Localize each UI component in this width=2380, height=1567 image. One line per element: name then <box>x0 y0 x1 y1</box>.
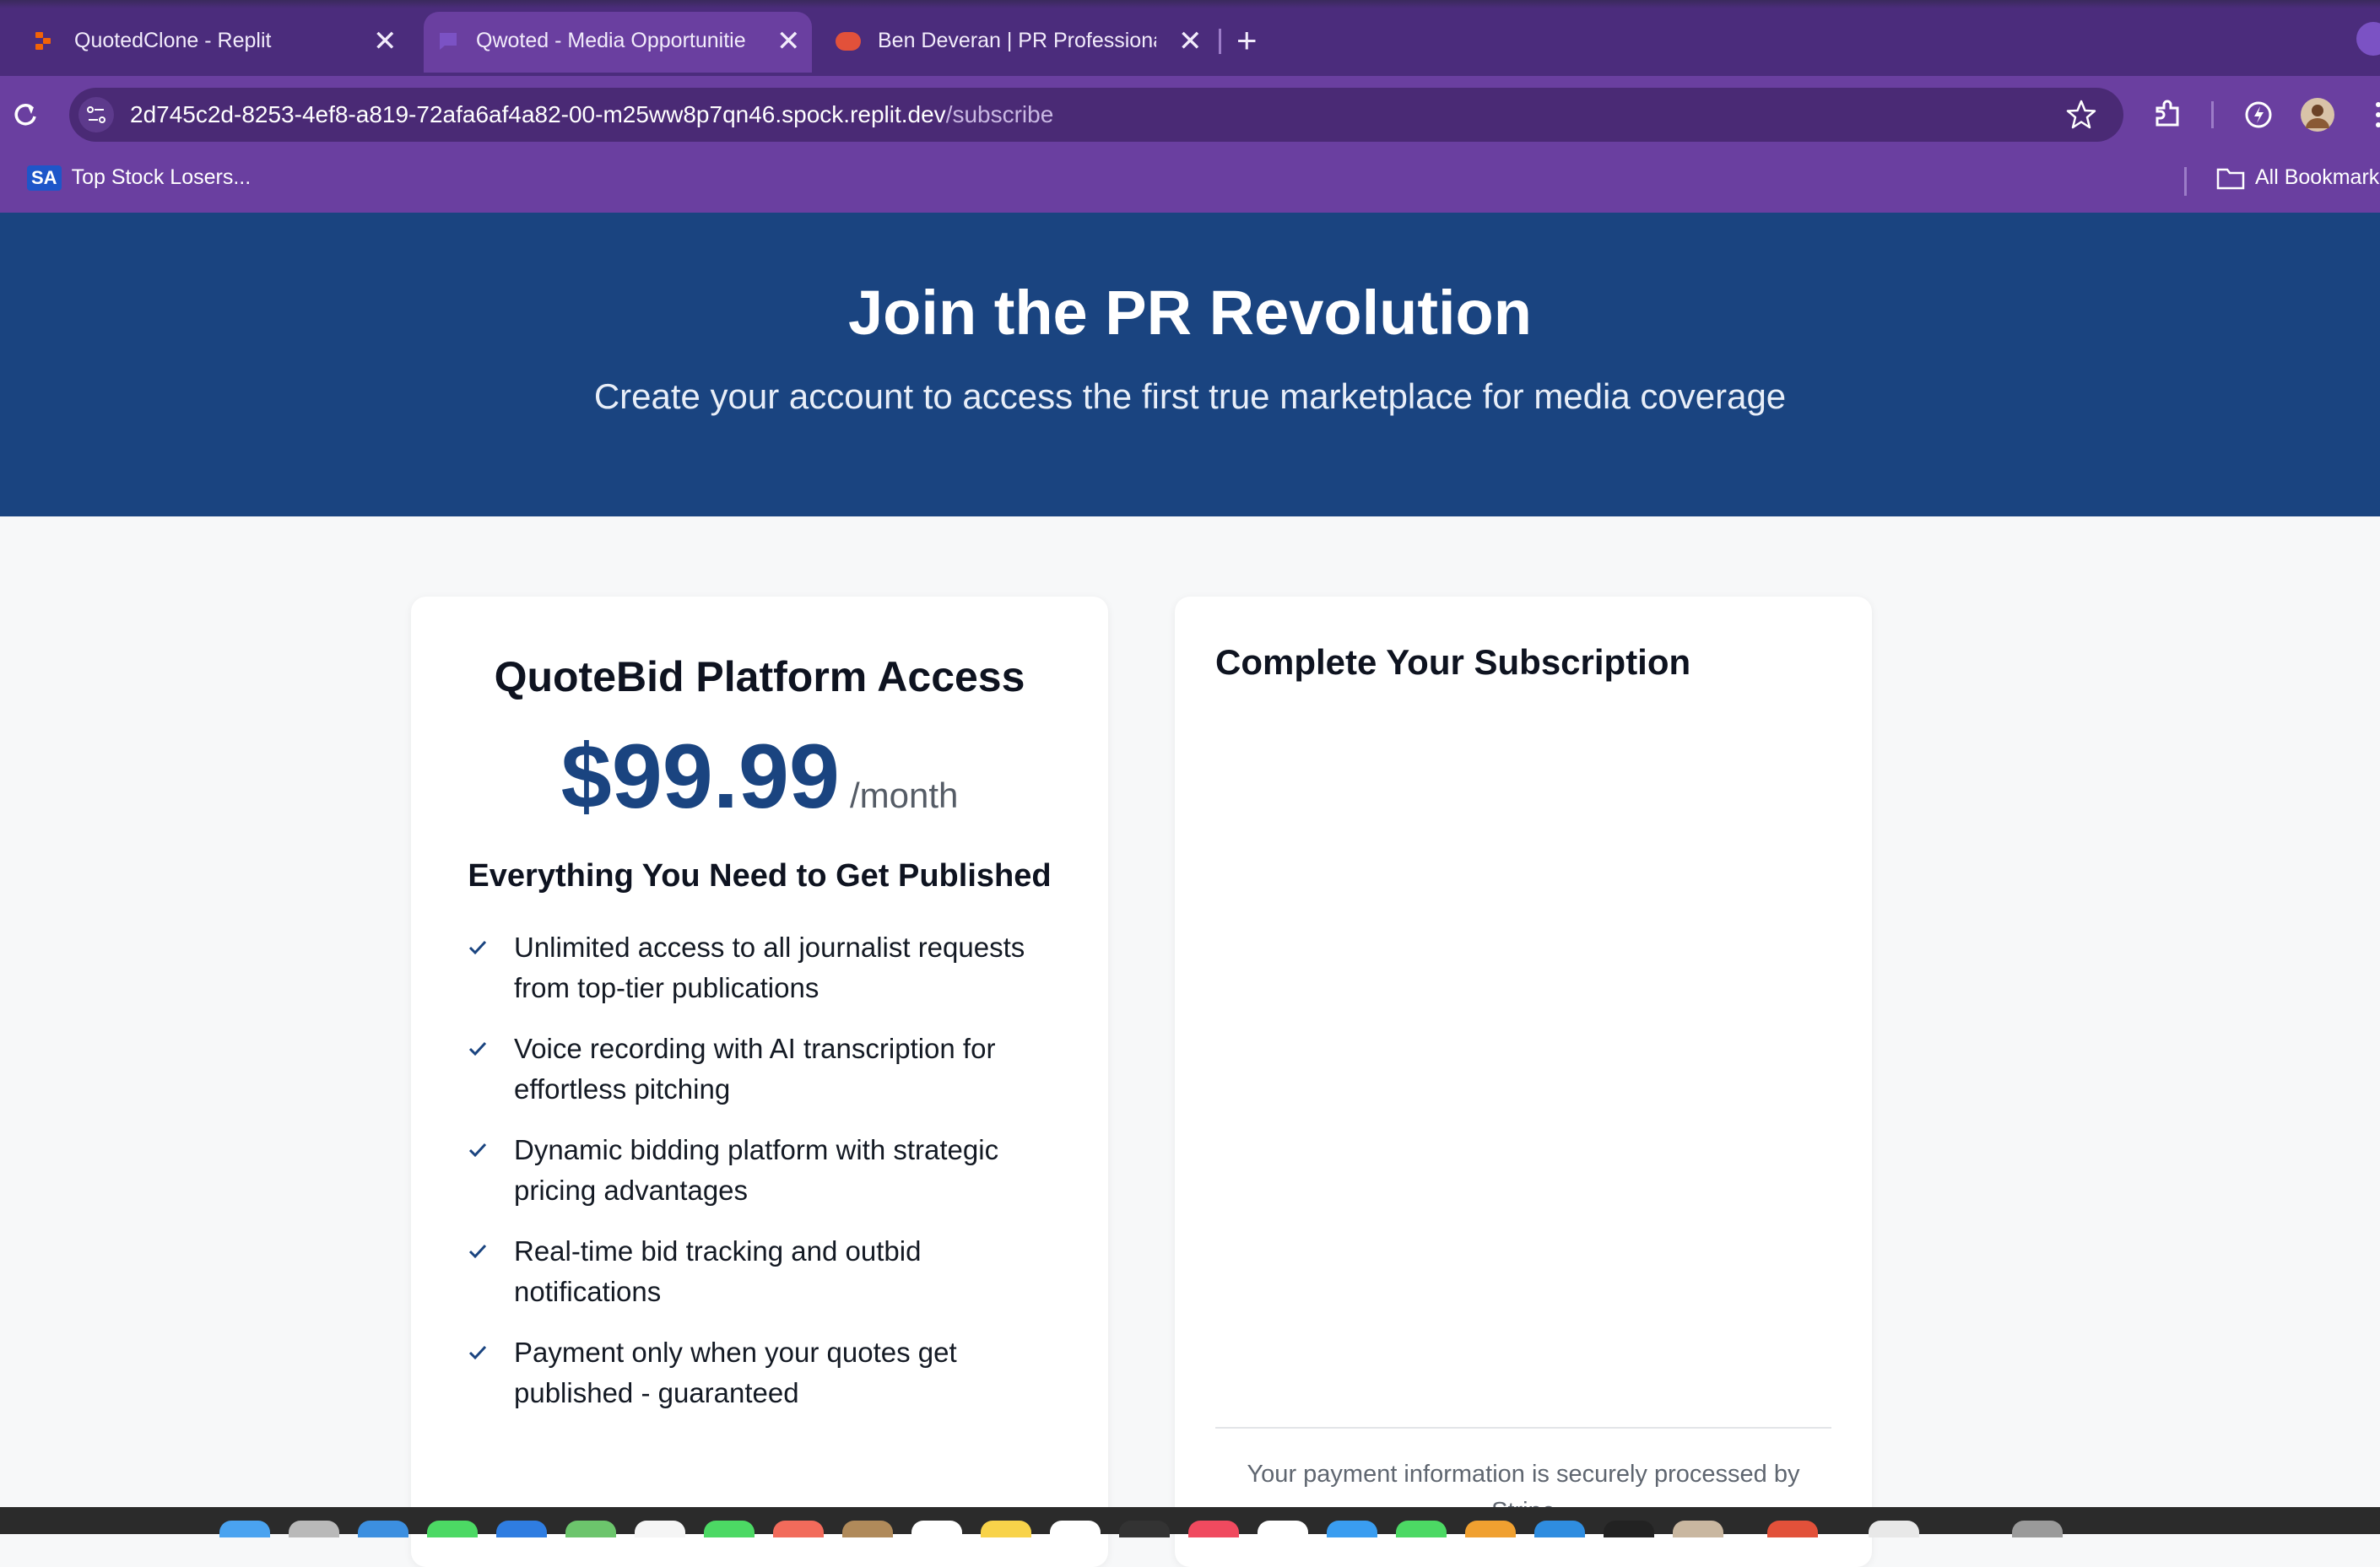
feature-item: Payment only when your quotes get publis… <box>465 1332 1056 1413</box>
bookmark-top-stock-losers[interactable]: SA Top Stock Losers... <box>27 165 251 191</box>
launchpad-icon[interactable] <box>289 1521 339 1537</box>
profile-icon <box>836 32 861 51</box>
macos-dock <box>0 1507 2380 1537</box>
preview-icon[interactable] <box>1673 1521 1723 1537</box>
chat-icon <box>440 33 457 50</box>
subscription-title: Complete Your Subscription <box>1215 642 1691 682</box>
feature-text: Payment only when your quotes get publis… <box>514 1337 957 1408</box>
url-path: /subscribe <box>945 101 1054 127</box>
photos-icon[interactable] <box>635 1521 685 1537</box>
xcode-icon[interactable] <box>1534 1521 1585 1537</box>
bookmarks-divider <box>2184 167 2187 196</box>
url-text[interactable]: 2d745c2d-8253-4ef8-a819-72afa6af4a82-00-… <box>130 101 1053 128</box>
brave-icon[interactable] <box>1767 1521 1818 1537</box>
news-icon[interactable] <box>1258 1521 1308 1537</box>
trash-icon[interactable] <box>2012 1521 2063 1537</box>
pages-icon[interactable] <box>1465 1521 1516 1537</box>
price-display: $99.99/month <box>411 723 1108 829</box>
feature-text: Unlimited access to all journalist reque… <box>514 932 1025 1003</box>
safari-icon[interactable] <box>358 1521 408 1537</box>
tab-label: Ben Deveran | PR Professiona <box>878 29 1156 52</box>
tab-label: QuotedClone - Replit <box>74 29 272 52</box>
page-title: Join the PR Revolution <box>848 278 1532 348</box>
seeking-alpha-icon: SA <box>27 165 62 191</box>
avatar[interactable] <box>2299 96 2336 133</box>
reload-icon[interactable] <box>7 96 44 133</box>
feature-text: Dynamic bidding platform with strategic … <box>514 1134 999 1206</box>
feature-item: Real-time bid tracking and outbid notifi… <box>465 1231 1056 1312</box>
tab-quotedclone[interactable]: QuotedClone - Replit ✕ <box>0 12 414 73</box>
tab-search-icon[interactable] <box>2355 20 2380 57</box>
freeform-icon[interactable] <box>1050 1521 1101 1537</box>
menu-icon[interactable] <box>2360 96 2380 133</box>
url-host: 2d745c2d-8253-4ef8-a819-72afa6af4a82-00-… <box>130 101 946 127</box>
address-bar[interactable]: 2d745c2d-8253-4ef8-a819-72afa6af4a82-00-… <box>69 88 2123 142</box>
site-settings-icon[interactable] <box>78 96 115 133</box>
downloads-icon[interactable] <box>1869 1521 1919 1537</box>
plan-card: QuoteBid Platform Access $99.99/month Ev… <box>411 597 1108 1567</box>
feature-item: Unlimited access to all journalist reque… <box>465 927 1056 1008</box>
hero-subtitle: Create your account to access the first … <box>593 376 1787 416</box>
bookmarks-bar: SA Top Stock Losers... All Bookmark <box>0 154 2380 214</box>
maps-icon[interactable] <box>565 1521 616 1537</box>
divider <box>1215 1427 1831 1429</box>
all-bookmarks-label: All Bookmark <box>2255 165 2380 189</box>
close-icon[interactable]: ✕ <box>373 24 398 59</box>
subscription-card: Complete Your Subscription Your payment … <box>1175 597 1872 1567</box>
finder-icon[interactable] <box>219 1521 270 1537</box>
hero-banner: Join the PR Revolution Create your accou… <box>0 213 2380 516</box>
music-icon[interactable] <box>1188 1521 1239 1537</box>
reminders-icon[interactable] <box>911 1521 962 1537</box>
feature-item: Dynamic bidding platform with strategic … <box>465 1130 1056 1211</box>
performance-icon[interactable] <box>2240 96 2277 133</box>
feature-text: Real-time bid tracking and outbid notifi… <box>514 1235 922 1307</box>
new-tab-button[interactable]: + <box>1236 17 1258 64</box>
tv-icon[interactable] <box>1119 1521 1170 1537</box>
browser-toolbar: 2d745c2d-8253-4ef8-a819-72afa6af4a82-00-… <box>0 76 2380 154</box>
contacts-icon[interactable] <box>842 1521 893 1537</box>
plan-price: $99.99 <box>560 725 840 827</box>
mail-icon[interactable] <box>496 1521 547 1537</box>
tab-ben-deveran[interactable]: Ben Deveran | PR Professiona ✕ <box>819 12 1207 73</box>
close-icon[interactable]: ✕ <box>776 24 801 59</box>
feature-text: Voice recording with AI transcription fo… <box>514 1033 996 1105</box>
toolbar-divider <box>2211 101 2214 128</box>
feature-item: Voice recording with AI transcription fo… <box>465 1029 1056 1110</box>
bookmark-label: Top Stock Losers... <box>71 165 252 189</box>
app-store-icon[interactable] <box>1327 1521 1377 1537</box>
browser-tab-strip: QuotedClone - Replit ✕ Qwoted - Media Op… <box>0 0 2380 76</box>
checkmark-icon <box>468 1244 487 1259</box>
all-bookmarks-button[interactable]: All Bookmark <box>2216 165 2379 190</box>
close-icon[interactable]: ✕ <box>1178 24 1203 59</box>
calendar-icon[interactable] <box>773 1521 824 1537</box>
checkmark-icon <box>468 1143 487 1158</box>
notes-icon[interactable] <box>981 1521 1031 1537</box>
messages-icon[interactable] <box>427 1521 478 1537</box>
features-heading: Everything You Need to Get Published <box>468 858 1052 894</box>
chatgpt-icon[interactable] <box>1604 1521 1654 1537</box>
tab-qwoted[interactable]: Qwoted - Media Opportunitie ✕ <box>424 12 812 73</box>
facetime-icon[interactable] <box>704 1521 755 1537</box>
tab-divider <box>1219 29 1221 54</box>
checkmark-icon <box>468 1041 487 1056</box>
folder-icon <box>2216 169 2245 190</box>
checkmark-icon <box>468 1345 487 1360</box>
bookmark-star-icon[interactable] <box>2063 96 2100 133</box>
extensions-icon[interactable] <box>2149 96 2186 133</box>
numbers-icon[interactable] <box>1396 1521 1447 1537</box>
checkmark-icon <box>468 940 487 955</box>
replit-icon <box>35 32 51 50</box>
tab-label: Qwoted - Media Opportunitie <box>476 29 746 52</box>
plan-title: QuoteBid Platform Access <box>494 653 1025 700</box>
price-period: /month <box>849 775 959 815</box>
payment-form-area[interactable] <box>1215 715 1831 1407</box>
